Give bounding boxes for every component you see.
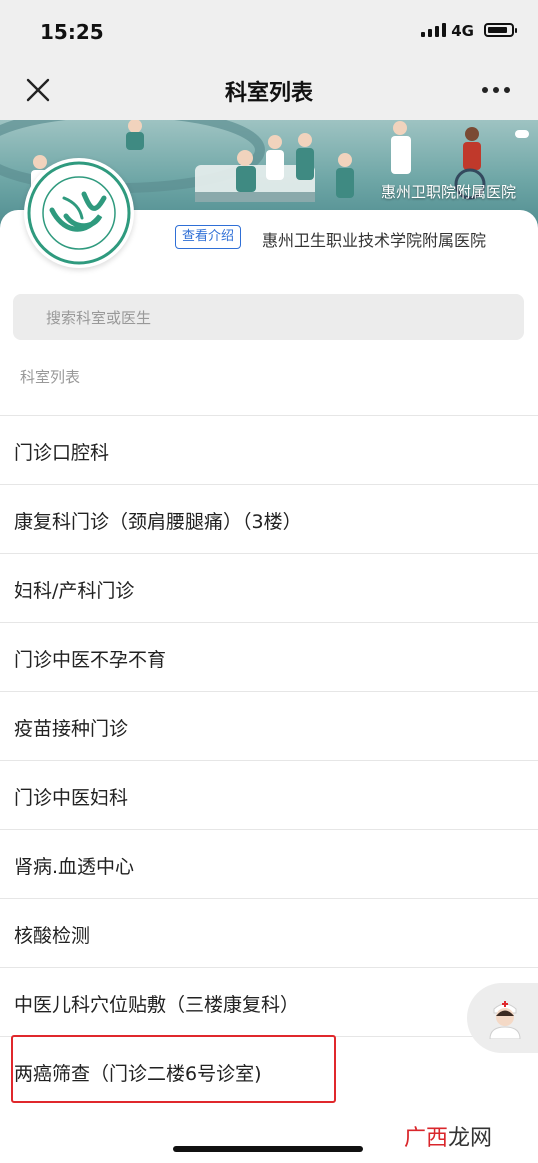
- banner-hospital-name: 惠州卫职院附属医院: [380, 183, 516, 201]
- hospital-logo: [24, 158, 134, 268]
- department-label: 中医儿科穴位贴敷（三楼康复科）: [14, 994, 300, 1016]
- watermark-part2: 龙网: [448, 1126, 493, 1151]
- department-item[interactable]: 门诊口腔科: [0, 415, 538, 484]
- watermark-part1: 广西: [404, 1126, 449, 1151]
- signal-icon: [421, 23, 446, 37]
- department-label: 核酸检测: [14, 925, 91, 947]
- more-dots-icon[interactable]: [478, 74, 514, 106]
- department-item[interactable]: 门诊中医妇科: [0, 760, 538, 829]
- status-bar: 15:25 4G: [0, 0, 538, 60]
- nav-bar: 科室列表: [0, 60, 538, 120]
- section-title: 科室列表: [20, 368, 81, 386]
- department-item[interactable]: 肾病.血透中心: [0, 829, 538, 898]
- page-title: 科室列表: [224, 81, 313, 106]
- customer-service-button[interactable]: [467, 983, 538, 1053]
- department-item[interactable]: 疫苗接种门诊: [0, 691, 538, 760]
- status-time: 15:25: [40, 20, 104, 44]
- department-label: 门诊中医不孕不育: [14, 649, 167, 671]
- department-item[interactable]: 康复科门诊（颈肩腰腿痛）（3楼）: [0, 484, 538, 553]
- department-item[interactable]: 门诊中医不孕不育: [0, 622, 538, 691]
- watermark: 广西龙网: [404, 1120, 492, 1152]
- nurse-avatar-icon: [489, 1001, 521, 1039]
- view-intro-button[interactable]: 查看介绍: [175, 225, 242, 249]
- department-label: 门诊口腔科: [14, 442, 110, 464]
- department-item[interactable]: 两癌筛查（门诊二楼6号诊室): [0, 1036, 538, 1105]
- department-label: 两癌筛查（门诊二楼6号诊室): [14, 1063, 262, 1085]
- hospital-name: 惠州卫生职业技术学院附属医院: [262, 231, 487, 250]
- department-label: 疫苗接种门诊: [14, 718, 129, 740]
- department-item[interactable]: 妇科/产科门诊: [0, 553, 538, 622]
- department-label: 妇科/产科门诊: [14, 580, 135, 602]
- home-indicator: [173, 1146, 363, 1152]
- department-label: 肾病.血透中心: [14, 856, 135, 878]
- department-item[interactable]: 中医儿科穴位贴敷（三楼康复科）: [0, 967, 538, 1036]
- search-placeholder: 搜索科室或医生: [46, 309, 152, 327]
- department-label: 门诊中医妇科: [14, 787, 129, 809]
- search-input[interactable]: 搜索科室或医生: [13, 294, 524, 340]
- department-item[interactable]: 核酸检测: [0, 898, 538, 967]
- network-type: 4G: [451, 22, 474, 40]
- department-list: 门诊口腔科 康复科门诊（颈肩腰腿痛）（3楼） 妇科/产科门诊 门诊中医不孕不育 …: [0, 415, 538, 1105]
- battery-icon: [484, 23, 517, 37]
- department-label: 康复科门诊（颈肩腰腿痛）（3楼）: [14, 511, 302, 533]
